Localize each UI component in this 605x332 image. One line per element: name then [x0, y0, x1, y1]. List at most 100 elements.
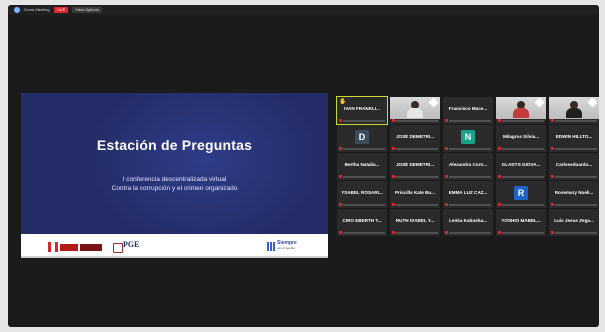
participant-footer-label: [343, 119, 385, 122]
participant-footer: [339, 119, 385, 122]
participant-footer: [551, 203, 597, 206]
participant-name: YOSHIO MABEL...: [501, 218, 541, 223]
participant-footer: [445, 175, 491, 178]
participant-body-icon: [566, 108, 582, 118]
participant-name: Lenka Katiusha...: [449, 218, 487, 223]
participant-footer: [339, 231, 385, 234]
participant-footer-label: [555, 203, 597, 206]
participant-avatar: N: [461, 130, 475, 144]
view-options-button[interactable]: View Options: [72, 7, 102, 13]
participant-footer-label: [449, 203, 491, 206]
participant-tile[interactable]: D: [337, 125, 387, 152]
participant-footer-label: [502, 175, 544, 178]
participant-footer: [498, 175, 544, 178]
tile-badge-icon: [534, 97, 545, 108]
footer-divider: [21, 256, 328, 258]
participant-footer: [339, 147, 385, 150]
participant-tile[interactable]: EMMA LUZ CAZ...: [443, 181, 493, 208]
participant-tile[interactable]: IVAN FRANKLI... ✋: [336, 96, 388, 125]
muted-mic-icon: [551, 119, 554, 122]
participant-footer: [445, 147, 491, 150]
muted-mic-icon: [498, 175, 501, 178]
participant-tile[interactable]: CIRO EBERTH T...: [337, 209, 387, 236]
presentation-subtitle-line1: I conferencia descentralizada virtual: [122, 176, 227, 183]
participant-tile[interactable]: R: [496, 181, 546, 208]
peru-gov-block-dark-icon: [80, 243, 102, 251]
participant-tile[interactable]: JOSÉ DEMETRI...: [390, 153, 440, 180]
participant-tile[interactable]: [549, 97, 599, 124]
presentation-subtitle-line2: Contra la corrupción y el crimen organiz…: [111, 185, 238, 192]
participant-person-icon: [512, 101, 530, 118]
raised-hand-icon: ✋: [339, 99, 347, 105]
app-frame: Zoom Meeting LIVE View Options Estación …: [0, 0, 605, 332]
peru-gov-block-icon: [60, 243, 78, 251]
participant-name: JOSÉ DEMETRI...: [395, 162, 435, 167]
muted-mic-icon: [498, 231, 501, 234]
participant-footer-label: [343, 175, 385, 178]
muted-mic-icon: [339, 147, 342, 150]
muted-mic-icon: [498, 119, 501, 122]
muted-mic-icon: [445, 147, 448, 150]
participant-tile[interactable]: Carloseduardo...: [549, 153, 599, 180]
participant-tile[interactable]: EDWIN HILLTO...: [549, 125, 599, 152]
participant-tile[interactable]: Priscilla Kate Bu...: [390, 181, 440, 208]
participant-tile[interactable]: YSABEL ROSARI...: [337, 181, 387, 208]
presentation-subtitle: I conferencia descentralizada virtual Co…: [21, 175, 328, 193]
presentation-title: Estación de Preguntas: [96, 137, 253, 153]
participant-tile[interactable]: GLADYS GIOVA...: [496, 153, 546, 180]
participant-tile[interactable]: RUTH ISABEL Y...: [390, 209, 440, 236]
muted-mic-icon: [392, 147, 395, 150]
muted-mic-icon: [339, 231, 342, 234]
muted-mic-icon: [392, 119, 395, 122]
participant-video: [390, 97, 440, 119]
participant-name: EDWIN HILLTO...: [555, 134, 593, 139]
participant-tile[interactable]: Milagros Silvia...: [496, 125, 546, 152]
participant-footer: [339, 203, 385, 206]
participant-name: Milagros Silvia...: [503, 134, 539, 139]
muted-mic-icon: [445, 231, 448, 234]
participant-footer: [445, 119, 491, 122]
participant-tile[interactable]: Lenka Katiusha...: [443, 209, 493, 236]
participant-tile[interactable]: JOSÉ DEMETRI...: [390, 125, 440, 152]
participant-tile[interactable]: Francisco Mace...: [443, 97, 493, 124]
participant-tile[interactable]: [496, 97, 546, 124]
participant-footer: [498, 231, 544, 234]
participant-footer-label: [449, 175, 491, 178]
participant-tile[interactable]: YOSHIO MABEL...: [496, 209, 546, 236]
muted-mic-icon: [392, 231, 395, 234]
tile-badge-icon: [587, 97, 598, 108]
meeting-window: Zoom Meeting LIVE View Options Estación …: [8, 5, 599, 327]
participant-footer-label: [343, 231, 385, 234]
presentation-footer: PGE Siempre con el pueblo: [21, 234, 328, 258]
participant-name: Carloseduardo...: [555, 162, 593, 167]
peru-flag-icon: [48, 242, 58, 252]
participant-tile[interactable]: Bertha Natalia...: [337, 153, 387, 180]
participant-footer-label: [396, 147, 438, 150]
participant-footer: [445, 203, 491, 206]
participant-name: RUTH ISABEL Y...: [395, 218, 435, 223]
muted-mic-icon: [339, 119, 342, 122]
muted-mic-icon: [339, 203, 342, 206]
peru-gov-logo: [48, 242, 108, 252]
participant-tile[interactable]: Alexandra Corn...: [443, 153, 493, 180]
participant-name: Bertha Natalia...: [344, 162, 380, 167]
participant-tile[interactable]: Luis Jesus Zega...: [549, 209, 599, 236]
participant-tile[interactable]: [390, 97, 440, 124]
participant-tile[interactable]: N: [443, 125, 493, 152]
participant-tile[interactable]: Rosemary Noeli...: [549, 181, 599, 208]
participant-footer-label: [396, 231, 438, 234]
participant-footer-label: [449, 147, 491, 150]
participant-footer-label: [555, 231, 597, 234]
participant-name: GLADYS GIOVA...: [501, 162, 541, 167]
participant-footer-label: [343, 203, 385, 206]
participant-footer: [445, 231, 491, 234]
muted-mic-icon: [392, 203, 395, 206]
participant-avatar: D: [355, 130, 369, 144]
participant-footer-label: [343, 147, 385, 150]
participant-avatar: R: [514, 186, 528, 200]
participant-footer: [551, 147, 597, 150]
muted-mic-icon: [445, 175, 448, 178]
live-badge[interactable]: LIVE: [53, 7, 69, 13]
muted-mic-icon: [551, 147, 554, 150]
muted-mic-icon: [445, 119, 448, 122]
